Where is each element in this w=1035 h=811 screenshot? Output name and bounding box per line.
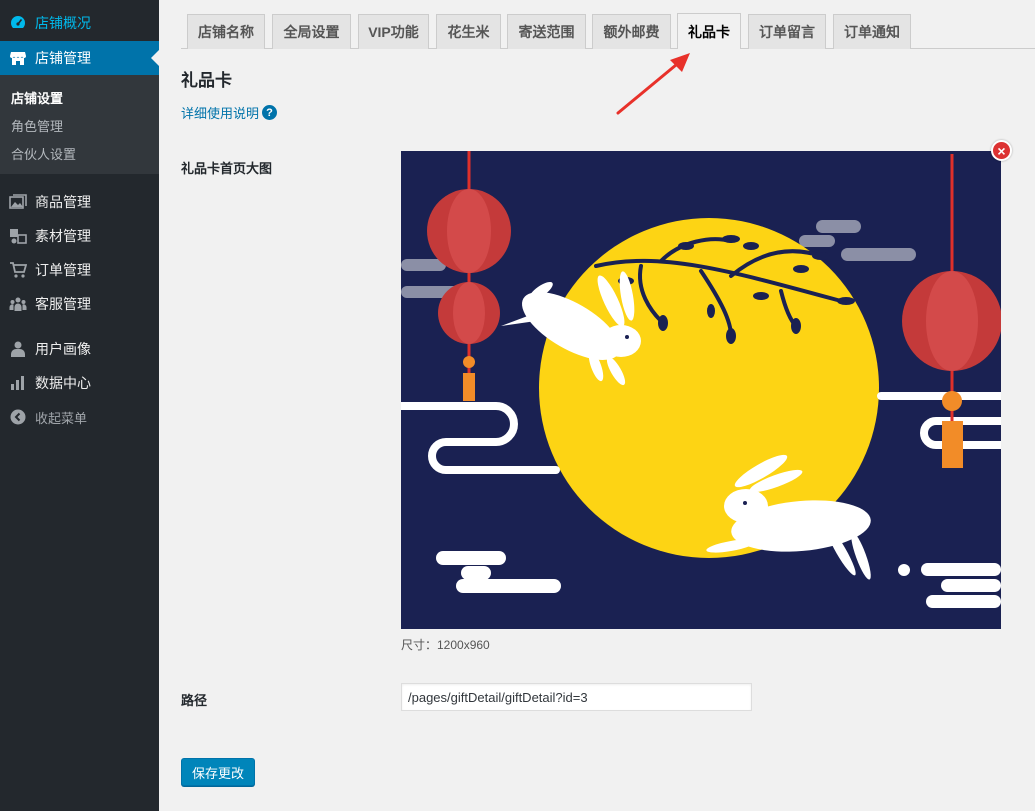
tab-shipping-range[interactable]: 寄送范围 (507, 14, 586, 49)
tab-global-settings[interactable]: 全局设置 (272, 14, 351, 49)
tab-vip[interactable]: VIP功能 (358, 14, 429, 49)
menu-store-management[interactable]: 店铺管理 (0, 41, 159, 75)
help-link[interactable]: 详细使用说明 ? (181, 103, 278, 122)
mid-autumn-illustration (401, 151, 1001, 629)
menu-label: 素材管理 (35, 228, 91, 244)
menu-label: 订单管理 (35, 262, 91, 278)
menu-service-management[interactable]: 客服管理 (0, 287, 159, 321)
tab-store-name[interactable]: 店铺名称 (187, 14, 265, 49)
save-changes-button[interactable]: 保存更改 (181, 758, 255, 786)
remove-image-button[interactable]: × (991, 140, 1012, 161)
annotation-arrow (616, 53, 690, 115)
store-submenu: 店铺设置 角色管理 合伙人设置 (0, 75, 159, 174)
menu-store-overview[interactable]: 店铺概况 (0, 6, 159, 40)
menu-collapse[interactable]: 收起菜单 (0, 400, 159, 434)
media-icon (8, 226, 28, 246)
help-link-text: 详细使用说明 (181, 106, 260, 121)
groups-icon (8, 294, 28, 314)
tab-order-message[interactable]: 订单留言 (748, 14, 826, 49)
chart-bar-icon (8, 373, 28, 393)
user-icon (8, 339, 28, 359)
help-icon: ? (262, 105, 278, 120)
menu-label: 收起菜单 (35, 410, 88, 426)
menu-label: 数据中心 (35, 375, 91, 391)
menu-label: 店铺管理 (35, 50, 91, 66)
path-field-label: 路径 (181, 693, 208, 708)
menu-user-profile[interactable]: 用户画像 (0, 332, 159, 366)
image-field-label: 礼品卡首页大图 (181, 161, 273, 176)
dashboard-icon (8, 13, 28, 33)
store-icon (8, 48, 28, 68)
cart-icon (8, 260, 28, 280)
menu-order-management[interactable]: 订单管理 (0, 253, 159, 287)
path-input[interactable] (401, 683, 752, 711)
tab-extra-postage[interactable]: 额外邮费 (592, 14, 671, 49)
submenu-role-management[interactable]: 角色管理 (11, 116, 63, 135)
menu-label: 商品管理 (35, 194, 91, 210)
submenu-partner-settings[interactable]: 合伙人设置 (11, 144, 76, 163)
page-title: 礼品卡 (181, 71, 232, 90)
menu-product-management[interactable]: 商品管理 (0, 185, 159, 219)
menu-material-management[interactable]: 素材管理 (0, 219, 159, 253)
menu-label: 店铺概况 (35, 15, 91, 31)
submenu-store-settings[interactable]: 店铺设置 (11, 88, 63, 107)
menu-data-center[interactable]: 数据中心 (0, 366, 159, 400)
image-size-note: 尺寸：1200x960 (401, 638, 490, 652)
tab-order-notification[interactable]: 订单通知 (833, 14, 911, 49)
tab-peanut[interactable]: 花生米 (436, 14, 501, 49)
gallery-icon (8, 192, 28, 212)
collapse-arrow-icon (8, 407, 28, 427)
admin-sidebar: 店铺概况 店铺管理 店铺设置 角色管理 合伙人设置 商品管理 素材管理 订单管理… (0, 0, 159, 811)
gift-card-banner-image (401, 151, 1001, 629)
tab-gift-card[interactable]: 礼品卡 (677, 13, 741, 49)
menu-label: 客服管理 (35, 296, 91, 312)
menu-label: 用户画像 (35, 341, 91, 357)
